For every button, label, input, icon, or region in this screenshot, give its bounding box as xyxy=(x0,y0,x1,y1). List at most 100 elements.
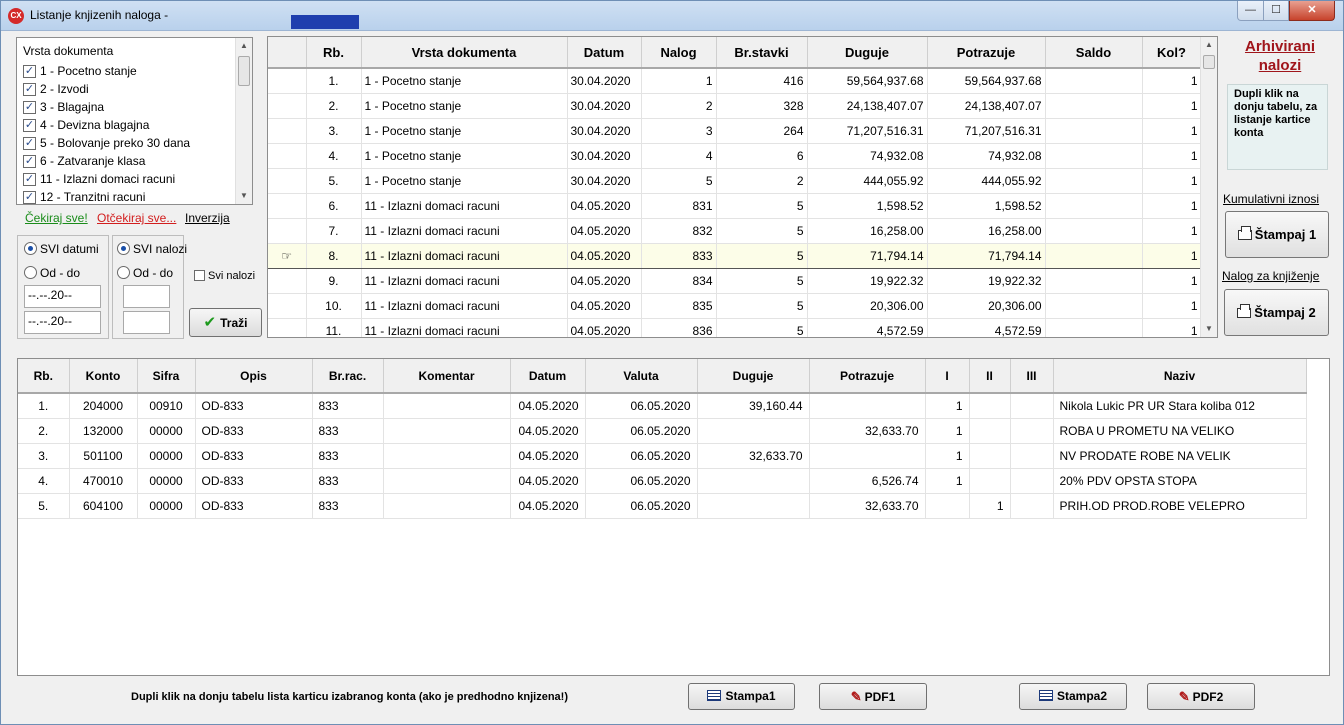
entries-column-header[interactable]: Opis xyxy=(195,359,313,394)
entries-column-header[interactable]: Potrazuje xyxy=(809,359,926,394)
entries-column-header[interactable]: Konto xyxy=(69,359,138,394)
orders-column-header[interactable]: Vrsta dokumenta xyxy=(361,37,568,69)
table-cell: 1 xyxy=(1142,193,1202,219)
close-button[interactable]: ✕ xyxy=(1289,1,1335,21)
orders-range-radio[interactable]: Od - do xyxy=(117,266,173,280)
table-row[interactable]: 4. 1 - Pocetno stanje 30.04.2020 4 6 74,932.0… xyxy=(268,143,1202,169)
doc-type-items: ✓ 1 - Pocetno stanje ✓ 2 - Izvodi ✓ 3 - Blaga… xyxy=(22,62,236,206)
doc-type-item[interactable]: ✓ 1 - Pocetno stanje xyxy=(22,62,236,80)
table-row[interactable]: 5. 1 - Pocetno stanje 30.04.2020 5 2 444,055.… xyxy=(268,168,1202,194)
orders-column-header[interactable]: Saldo xyxy=(1045,37,1143,69)
orders-column-header[interactable]: Duguje xyxy=(807,37,928,69)
stampa2-button[interactable]: Stampa2 xyxy=(1019,683,1127,710)
orders-scrollbar[interactable]: ▲ ▼ xyxy=(1200,37,1217,337)
doc-type-item[interactable]: ✓ 2 - Izvodi xyxy=(22,80,236,98)
entries-column-header[interactable]: III xyxy=(1010,359,1054,394)
table-row[interactable]: 10. 11 - Izlazni domaci racuni 04.05.2020 8… xyxy=(268,293,1202,319)
entries-column-header[interactable]: Duguje xyxy=(697,359,810,394)
dates-all-radio[interactable]: SVI datumi xyxy=(24,242,99,256)
entries-column-header[interactable]: Naziv xyxy=(1053,359,1307,394)
all-orders-checkbox[interactable]: Svi nalozi xyxy=(194,270,255,283)
scroll-down-icon[interactable]: ▼ xyxy=(236,188,252,204)
orders-column-header[interactable]: Potrazuje xyxy=(927,37,1046,69)
table-row[interactable]: 2. 1 - Pocetno stanje 30.04.2020 2 328 24,138… xyxy=(268,93,1202,119)
date-to-field[interactable]: --.--.20-- xyxy=(24,311,101,334)
table-cell: 5. xyxy=(306,168,362,194)
orders-all-radio[interactable]: SVI nalozi xyxy=(117,242,187,256)
print-1-button[interactable]: Štampaj 1 xyxy=(1225,211,1329,258)
entries-column-header[interactable]: Sifra xyxy=(137,359,196,394)
table-row[interactable]: 9. 11 - Izlazni domaci racuni 04.05.2020 83… xyxy=(268,268,1202,294)
invert-link[interactable]: Inverzija xyxy=(185,211,230,225)
pdf1-button[interactable]: ✎ PDF1 xyxy=(819,683,927,710)
date-from-field[interactable]: --.--.20-- xyxy=(24,285,101,308)
checkbox-checked-icon[interactable]: ✓ xyxy=(23,119,36,132)
table-row[interactable]: ☞ 8. 11 - Izlazni domaci racuni 04.05.2020 8… xyxy=(268,242,1202,269)
orders-column-header[interactable]: Br.stavki xyxy=(716,37,808,69)
archived-orders-link[interactable]: Arhivirani nalozi xyxy=(1223,37,1337,75)
table-row[interactable]: 4. 470010 00000 OD-833 833 04.05.2020 06.05.20… xyxy=(18,468,1307,494)
uncheck-all-link[interactable]: Otčekiraj sve... xyxy=(97,211,176,225)
title-bar[interactable]: CX Listanje knjizenih naloga - — ☐ ✕ xyxy=(1,1,1343,31)
table-row[interactable]: 5. 604100 00000 OD-833 833 04.05.2020 06.05.20… xyxy=(18,493,1307,519)
table-row[interactable]: 2. 132000 00000 OD-833 833 04.05.2020 06.05.20… xyxy=(18,418,1307,444)
search-button[interactable]: ✔ Traži xyxy=(189,308,262,337)
table-cell: 11 - Izlazni domaci racuni xyxy=(361,193,568,219)
dates-range-radio[interactable]: Od - do xyxy=(24,266,80,280)
doc-type-item[interactable]: ✓ 12 - Tranzitni racuni xyxy=(22,188,236,206)
entries-column-header[interactable]: Valuta xyxy=(585,359,698,394)
table-cell: 444,055.92 xyxy=(927,168,1046,194)
orders-column-header[interactable]: Kol? xyxy=(1142,37,1202,69)
doc-type-item[interactable]: ✓ 5 - Bolovanje preko 30 dana xyxy=(22,134,236,152)
print-2-button[interactable]: Štampaj 2 xyxy=(1224,289,1329,336)
doc-type-item[interactable]: ✓ 3 - Blagajna xyxy=(22,98,236,116)
scroll-down-icon[interactable]: ▼ xyxy=(1201,321,1217,337)
table-cell: 1,598.52 xyxy=(927,193,1046,219)
app-icon: CX xyxy=(8,8,24,24)
doc-type-item[interactable]: ✓ 4 - Devizna blagajna xyxy=(22,116,236,134)
stampa1-button[interactable]: Stampa1 xyxy=(688,683,795,710)
doc-type-item[interactable]: ✓ 11 - Izlazni domaci racuni xyxy=(22,170,236,188)
scroll-thumb[interactable] xyxy=(238,56,250,86)
checkbox-checked-icon[interactable]: ✓ xyxy=(23,191,36,204)
pdf2-button[interactable]: ✎ PDF2 xyxy=(1147,683,1255,710)
entries-column-header[interactable]: Datum xyxy=(510,359,586,394)
orders-column-header[interactable]: Nalog xyxy=(641,37,717,69)
check-all-link[interactable]: Čekiraj sve! xyxy=(25,211,88,225)
scroll-up-icon[interactable]: ▲ xyxy=(236,38,252,54)
scroll-up-icon[interactable]: ▲ xyxy=(1201,37,1217,53)
minimize-button[interactable]: — xyxy=(1237,1,1264,21)
checkbox-checked-icon[interactable]: ✓ xyxy=(23,83,36,96)
checkbox-checked-icon[interactable]: ✓ xyxy=(23,155,36,168)
entries-column-header[interactable]: I xyxy=(925,359,970,394)
entries-column-header[interactable]: II xyxy=(969,359,1011,394)
table-cell xyxy=(383,443,511,469)
checkbox-checked-icon[interactable]: ✓ xyxy=(23,173,36,186)
checkbox-checked-icon[interactable]: ✓ xyxy=(23,101,36,114)
checkbox-checked-icon[interactable]: ✓ xyxy=(23,65,36,78)
order-to-field[interactable] xyxy=(123,311,170,334)
pdf1-label: PDF1 xyxy=(864,690,896,704)
checkbox-checked-icon[interactable]: ✓ xyxy=(23,137,36,150)
doc-type-item[interactable]: ✓ 6 - Zatvaranje klasa xyxy=(22,152,236,170)
table-row[interactable]: 11. 11 - Izlazni domaci racuni 04.05.2020 8… xyxy=(268,318,1202,337)
table-row[interactable]: 1. 1 - Pocetno stanje 30.04.2020 1 416 59,564… xyxy=(268,68,1202,94)
orders-column-header[interactable]: Datum xyxy=(567,37,642,69)
orders-column-header[interactable] xyxy=(268,37,307,69)
table-row[interactable]: 3. 501100 00000 OD-833 833 04.05.2020 06.05.20… xyxy=(18,443,1307,469)
table-row[interactable]: 7. 11 - Izlazni domaci racuni 04.05.2020 83… xyxy=(268,218,1202,244)
table-cell: 4,572.59 xyxy=(807,318,928,337)
order-from-field[interactable] xyxy=(123,285,170,308)
table-row[interactable]: 3. 1 - Pocetno stanje 30.04.2020 3 264 71,207… xyxy=(268,118,1202,144)
doc-type-scrollbar[interactable]: ▲ ▼ xyxy=(235,38,252,204)
entries-column-header[interactable]: Rb. xyxy=(18,359,70,394)
entries-column-header[interactable]: Komentar xyxy=(383,359,511,394)
maximize-button[interactable]: ☐ xyxy=(1263,1,1289,21)
orders-column-header[interactable]: Rb. xyxy=(306,37,362,69)
table-cell: 4. xyxy=(18,468,70,494)
table-cell: 5. xyxy=(18,493,70,519)
entries-column-header[interactable]: Br.rac. xyxy=(312,359,384,394)
table-row[interactable]: 1. 204000 00910 OD-833 833 04.05.2020 06.05.20… xyxy=(18,393,1307,419)
table-row[interactable]: 6. 11 - Izlazni domaci racuni 04.05.2020 83… xyxy=(268,193,1202,219)
scroll-thumb[interactable] xyxy=(1203,55,1215,69)
